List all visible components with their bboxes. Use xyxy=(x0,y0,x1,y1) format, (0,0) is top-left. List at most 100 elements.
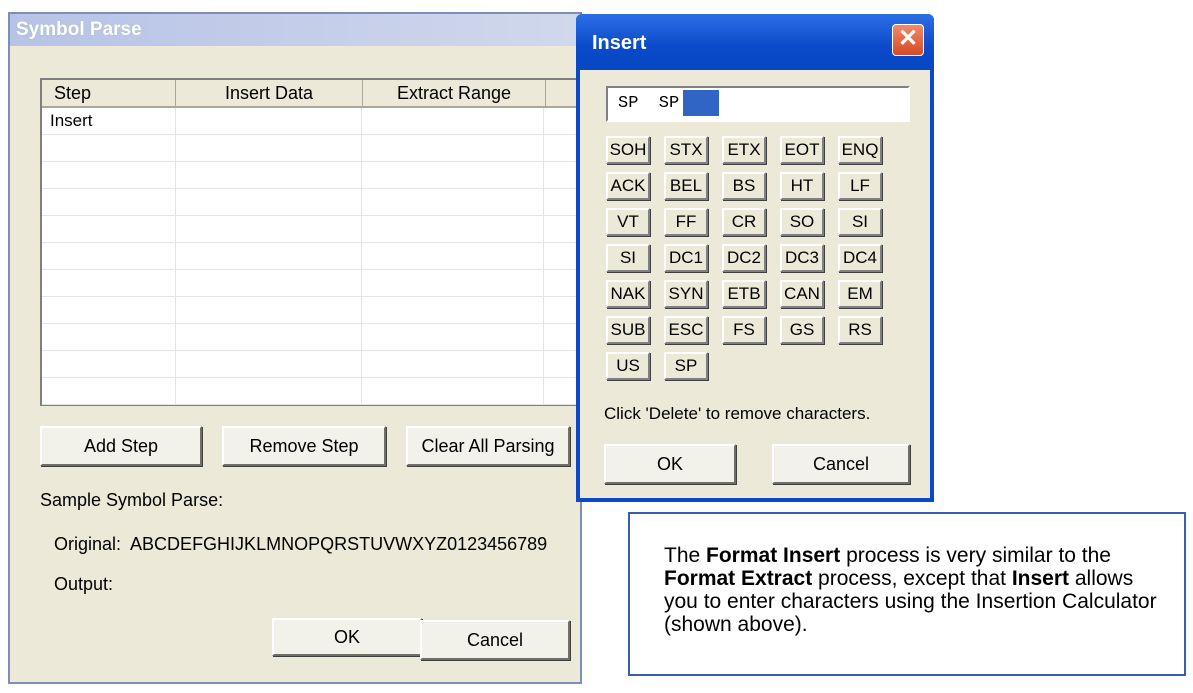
key-lf[interactable]: LF xyxy=(838,172,882,200)
close-icon[interactable]: ✕ xyxy=(892,24,924,56)
table-cell xyxy=(544,216,580,242)
key-ht[interactable]: HT xyxy=(780,172,824,200)
key-bel[interactable]: BEL xyxy=(664,172,708,200)
sample-symbol-parse-label: Sample Symbol Parse: xyxy=(40,490,224,510)
key-dc1[interactable]: DC1 xyxy=(664,244,708,272)
table-cell xyxy=(176,162,362,188)
table-cell xyxy=(42,270,176,296)
table-cell xyxy=(544,270,580,296)
clear-all-parsing-button[interactable]: Clear All Parsing xyxy=(406,426,570,466)
table-row[interactable] xyxy=(42,351,580,378)
key-cr[interactable]: CR xyxy=(722,208,766,236)
table-cell xyxy=(42,324,176,350)
key-dc4[interactable]: DC4 xyxy=(838,244,882,272)
table-cell xyxy=(176,351,362,377)
key-eot[interactable]: EOT xyxy=(780,136,824,164)
key-sp[interactable]: SP xyxy=(664,352,708,380)
table-row[interactable] xyxy=(42,270,580,297)
insert-ok-button[interactable]: OK xyxy=(604,444,736,484)
table-row[interactable] xyxy=(42,324,580,351)
callout-text-1: The xyxy=(664,544,707,567)
table-row[interactable] xyxy=(42,297,580,324)
remove-step-button[interactable]: Remove Step xyxy=(222,426,386,466)
delete-hint: Click 'Delete' to remove characters. xyxy=(604,404,871,423)
table-row[interactable] xyxy=(42,243,580,270)
insert-dialog: Insert ✕ SP SP SOH STX ETX EOT ENQ ACK BEL BS HT… xyxy=(576,14,934,502)
key-si[interactable]: SI xyxy=(606,244,650,272)
add-step-button[interactable]: Add Step xyxy=(40,426,202,466)
column-header-step[interactable]: Step xyxy=(42,80,176,108)
key-ff[interactable]: FF xyxy=(664,208,708,236)
table-row[interactable]: Insert xyxy=(42,108,580,135)
table-cell xyxy=(42,189,176,215)
table-cell xyxy=(42,297,176,323)
key-sub[interactable]: SUB xyxy=(606,316,650,344)
insert-titlebar[interactable]: Insert ✕ xyxy=(576,14,934,70)
table-cell xyxy=(42,243,176,269)
table-cell xyxy=(544,324,580,350)
table-cell xyxy=(362,270,545,296)
key-can[interactable]: CAN xyxy=(780,280,824,308)
table-header: Step Insert Data Extract Range xyxy=(42,80,582,108)
insert-body: SP SP SOH STX ETX EOT ENQ ACK BEL BS HT LF VT FF CR S… xyxy=(580,70,930,498)
key-dc3[interactable]: DC3 xyxy=(780,244,824,272)
table-cell xyxy=(544,351,580,377)
table-cell xyxy=(42,162,176,188)
table-cell xyxy=(544,189,580,215)
key-gs[interactable]: GS xyxy=(780,316,824,344)
table-cell xyxy=(42,351,176,377)
table-cell xyxy=(362,216,545,242)
key-si[interactable]: SI xyxy=(838,208,882,236)
key-so[interactable]: SO xyxy=(780,208,824,236)
table-row[interactable] xyxy=(42,189,580,216)
key-fs[interactable]: FS xyxy=(722,316,766,344)
table-row[interactable] xyxy=(42,135,580,162)
key-syn[interactable]: SYN xyxy=(664,280,708,308)
key-em[interactable]: EM xyxy=(838,280,882,308)
table-cell xyxy=(544,297,580,323)
table-cell: Insert xyxy=(42,108,176,134)
output-label: Output: xyxy=(54,574,114,594)
key-etx[interactable]: ETX xyxy=(722,136,766,164)
parse-steps-table[interactable]: Step Insert Data Extract Range Insert xyxy=(40,78,582,406)
table-cell xyxy=(362,189,545,215)
key-soh[interactable]: SOH xyxy=(606,136,650,164)
table-cell xyxy=(362,351,545,377)
table-cell xyxy=(362,243,545,269)
key-ack[interactable]: ACK xyxy=(606,172,650,200)
table-cell xyxy=(362,324,545,350)
column-header-extract-range[interactable]: Extract Range xyxy=(363,80,546,108)
table-row[interactable] xyxy=(42,216,580,243)
callout-bold-format-insert: Format Insert xyxy=(706,544,841,567)
table-cell xyxy=(42,378,176,404)
key-nak[interactable]: NAK xyxy=(606,280,650,308)
original-value: ABCDEFGHIJKLMNOPQRSTUVWXYZ0123456789 xyxy=(130,534,548,554)
table-cell xyxy=(362,162,545,188)
column-header-insert-data[interactable]: Insert Data xyxy=(176,80,363,108)
key-bs[interactable]: BS xyxy=(722,172,766,200)
table-cell xyxy=(176,378,362,404)
table-cell xyxy=(176,297,362,323)
key-us[interactable]: US xyxy=(606,352,650,380)
table-cell xyxy=(176,135,362,161)
table-cell xyxy=(176,270,362,296)
explanation-callout: The Format Insert process is very simila… xyxy=(628,512,1186,676)
table-cell xyxy=(362,378,545,404)
original-row: Original: ABCDEFGHIJKLMNOPQRSTUVWXYZ0123… xyxy=(54,534,547,555)
table-body: Insert xyxy=(42,108,580,405)
table-cell xyxy=(176,189,362,215)
insert-data-field[interactable]: SP SP xyxy=(606,86,910,122)
table-row[interactable] xyxy=(42,378,580,405)
key-vt[interactable]: VT xyxy=(606,208,650,236)
key-enq[interactable]: ENQ xyxy=(838,136,882,164)
key-stx[interactable]: STX xyxy=(664,136,708,164)
cancel-button[interactable]: Cancel xyxy=(420,620,570,660)
table-row[interactable] xyxy=(42,162,580,189)
key-etb[interactable]: ETB xyxy=(722,280,766,308)
key-rs[interactable]: RS xyxy=(838,316,882,344)
ok-button[interactable]: OK xyxy=(272,618,422,656)
key-esc[interactable]: ESC xyxy=(664,316,708,344)
insert-cancel-button[interactable]: Cancel xyxy=(772,444,910,484)
key-dc2[interactable]: DC2 xyxy=(722,244,766,272)
table-cell xyxy=(176,108,362,134)
